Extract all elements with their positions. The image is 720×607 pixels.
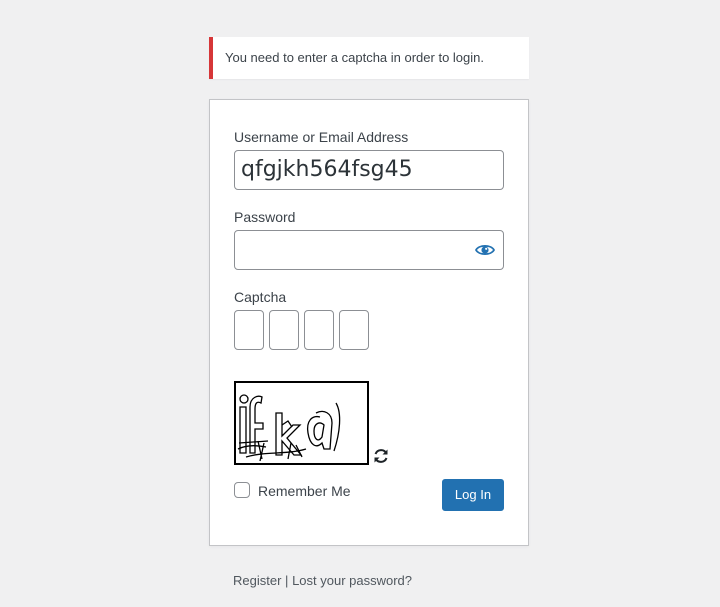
login-button[interactable]: Log In [442, 479, 504, 511]
username-label: Username or Email Address [234, 129, 409, 145]
captcha-drawing [237, 394, 341, 462]
refresh-icon[interactable] [372, 447, 390, 465]
eye-icon[interactable] [475, 240, 495, 260]
register-link[interactable]: Register [233, 573, 281, 588]
login-form: Username or Email Address qfgjkh564fsg45… [209, 99, 529, 546]
error-notice: You need to enter a captcha in order to … [209, 37, 529, 79]
password-input[interactable] [234, 230, 504, 270]
lost-password-link[interactable]: Lost your password? [292, 573, 412, 588]
login-nav: Register | Lost your password? [233, 573, 412, 588]
captcha-input-4[interactable] [339, 310, 369, 350]
captcha-label: Captcha [234, 289, 287, 305]
captcha-input-3[interactable] [304, 310, 334, 350]
remember-me-checkbox[interactable] [234, 482, 250, 498]
password-label: Password [234, 209, 296, 225]
captcha-image [234, 381, 369, 465]
captcha-input-1[interactable] [234, 310, 264, 350]
captcha-input-2[interactable] [269, 310, 299, 350]
nav-separator: | [285, 573, 289, 588]
error-notice-message: You need to enter a captcha in order to … [225, 50, 484, 65]
remember-me-label[interactable]: Remember Me [258, 482, 351, 500]
username-input[interactable]: qfgjkh564fsg45 [234, 150, 504, 190]
